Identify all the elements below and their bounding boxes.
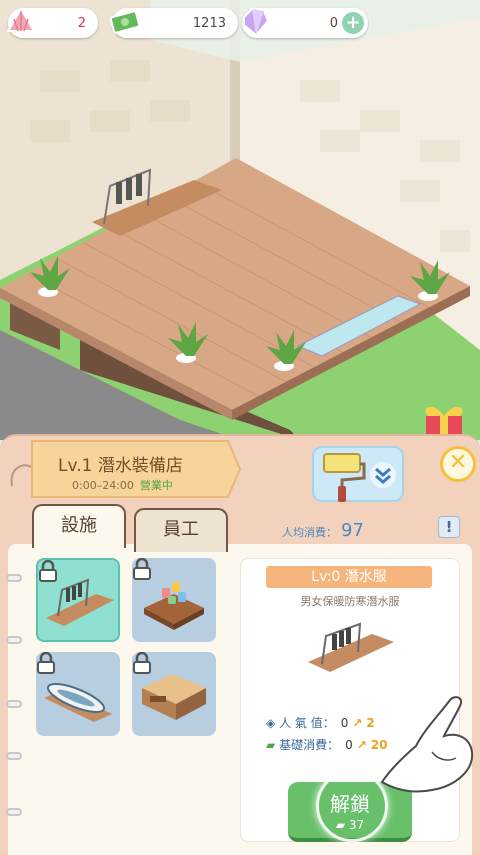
info-button[interactable]: ! bbox=[438, 516, 460, 538]
gem-currency-pill[interactable]: 0 + bbox=[242, 7, 368, 38]
decorate-button[interactable] bbox=[312, 446, 404, 502]
shop-status: 營業中 bbox=[139, 479, 173, 492]
popularity-icon: ◈ bbox=[266, 716, 276, 730]
chevron-down-icon bbox=[370, 462, 396, 488]
avg-spend-value: 97 bbox=[341, 520, 364, 541]
gem-icon bbox=[243, 7, 270, 37]
shop-hours: 0:00–24:00 bbox=[72, 479, 134, 492]
facility-card-wetsuit-rack[interactable] bbox=[36, 558, 120, 642]
lock-icon bbox=[37, 652, 55, 674]
popularity-label: 人 氣 值： bbox=[279, 716, 335, 730]
avg-spend: 人均消費： 97 bbox=[282, 520, 364, 541]
shop-title: Lv.1 潛水裝備店 bbox=[58, 456, 183, 476]
lock-icon bbox=[133, 558, 151, 580]
base-spend-value: 0 bbox=[345, 738, 353, 752]
base-spend-label: 基礎消費： bbox=[279, 738, 340, 752]
shell-icon bbox=[6, 7, 36, 32]
detail-description: 男女保暖防寒潛水服 bbox=[300, 595, 400, 608]
shop-hours-line: 0:00–24:00 營業中 bbox=[72, 477, 173, 493]
popularity-stat: ◈ 人 氣 值： 0 ↗ 2 bbox=[266, 714, 375, 731]
avg-spend-label: 人均消費： bbox=[282, 526, 337, 539]
wetsuit-rack-preview-icon bbox=[308, 622, 394, 672]
cash-icon bbox=[109, 10, 141, 34]
isometric-floor-scene bbox=[0, 0, 480, 440]
detail-title: Lv:0 潛水服 bbox=[266, 566, 432, 588]
lock-icon bbox=[39, 560, 57, 582]
up-arrow-icon: ↗ bbox=[356, 738, 367, 752]
cash-currency-pill[interactable]: 1213 bbox=[109, 8, 238, 38]
add-gems-button[interactable]: + bbox=[342, 12, 364, 34]
facility-card-snorkel-display[interactable] bbox=[132, 558, 216, 642]
paint-roller-icon bbox=[323, 453, 366, 502]
facility-card-surfboard[interactable] bbox=[36, 652, 120, 736]
shop-scene[interactable] bbox=[0, 0, 480, 440]
tab-staff[interactable]: 員工 bbox=[134, 508, 228, 552]
close-button[interactable]: ✕ bbox=[440, 446, 476, 482]
lock-icon bbox=[133, 652, 151, 674]
shell-count: 2 bbox=[77, 15, 86, 31]
cash-count: 1213 bbox=[192, 15, 226, 31]
cash-icon: ▰ bbox=[266, 738, 276, 752]
tutorial-hand-pointer-icon bbox=[380, 696, 474, 793]
popularity-value: 0 bbox=[340, 716, 349, 730]
tab-facility[interactable]: 設施 bbox=[32, 504, 126, 548]
gem-count: 0 bbox=[329, 15, 338, 31]
shell-currency-pill[interactable]: 2 bbox=[6, 7, 98, 38]
shop-name-tag: Lv.1 潛水裝備店 0:00–24:00 營業中 bbox=[28, 439, 242, 499]
up-arrow-icon: ↗ bbox=[352, 716, 363, 730]
facility-card-counter-table[interactable] bbox=[132, 652, 216, 736]
base-spend-stat: ▰ 基礎消費： 0 ↗ 20 bbox=[266, 736, 387, 753]
